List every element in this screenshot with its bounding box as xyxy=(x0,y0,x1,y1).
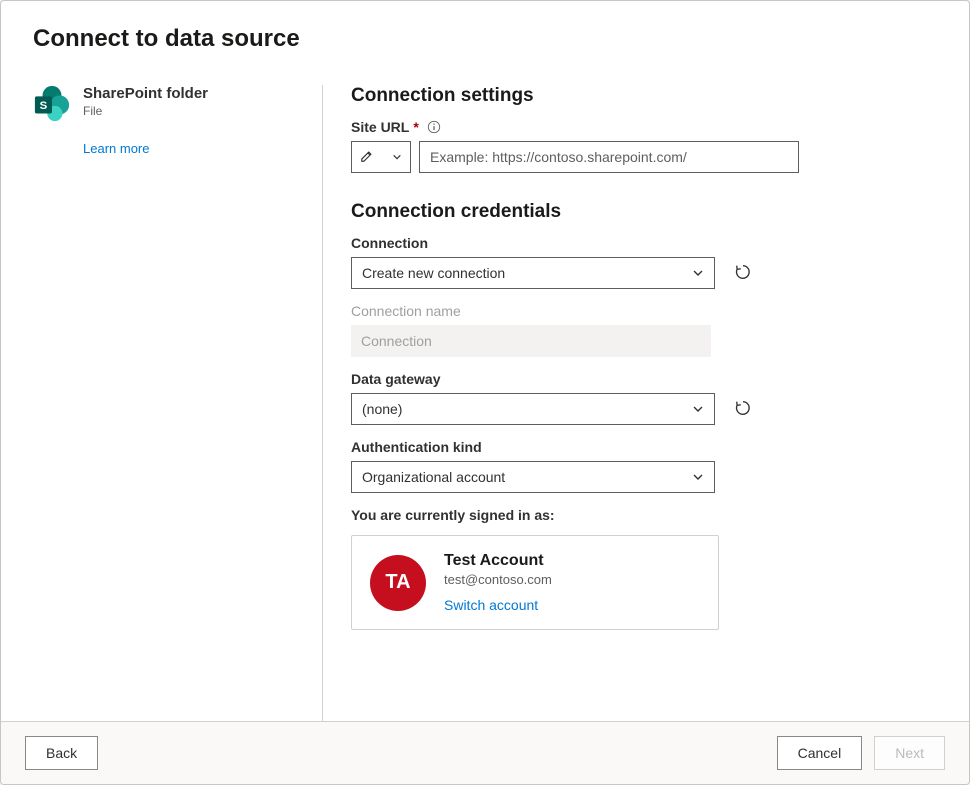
data-gateway-value: (none) xyxy=(362,401,402,417)
pencil-icon xyxy=(360,149,374,166)
data-gateway-select[interactable]: (none) xyxy=(351,393,715,425)
connection-name-value: Connection xyxy=(361,333,432,349)
refresh-gateway-button[interactable] xyxy=(731,397,755,421)
learn-more-link[interactable]: Learn more xyxy=(83,141,149,156)
chevron-down-icon xyxy=(692,267,704,279)
required-asterisk: * xyxy=(413,119,418,135)
back-button[interactable]: Back xyxy=(25,736,98,770)
settings-panel: Connection settings Site URL * xyxy=(323,85,937,721)
dialog-body: Connect to data source S xyxy=(1,1,969,721)
site-url-label: Site URL * xyxy=(351,119,937,135)
site-url-label-text: Site URL xyxy=(351,119,409,135)
auth-kind-select[interactable]: Organizational account xyxy=(351,461,715,493)
columns: S SharePoint folder File Learn more Conn… xyxy=(33,85,937,721)
signed-in-label: You are currently signed in as: xyxy=(351,507,937,523)
chevron-down-icon xyxy=(692,471,704,483)
dialog-footer: Back Cancel Next xyxy=(1,721,969,784)
auth-select-group: Organizational account xyxy=(351,461,937,493)
source-texts: SharePoint folder File xyxy=(83,85,208,118)
account-texts: Test Account test@contoso.com Switch acc… xyxy=(444,552,552,613)
switch-account-link[interactable]: Switch account xyxy=(444,597,552,613)
connection-select-group: Create new connection xyxy=(351,257,937,289)
info-icon[interactable] xyxy=(427,120,441,134)
connection-select-value: Create new connection xyxy=(362,265,505,281)
refresh-icon xyxy=(734,399,752,420)
site-url-input[interactable] xyxy=(419,141,799,173)
refresh-connection-button[interactable] xyxy=(731,261,755,285)
source-subtitle: File xyxy=(83,104,208,118)
account-card: TA Test Account test@contoso.com Switch … xyxy=(351,535,719,630)
connection-name-label: Connection name xyxy=(351,303,937,319)
account-name: Test Account xyxy=(444,552,552,570)
connection-select[interactable]: Create new connection xyxy=(351,257,715,289)
connect-data-source-dialog: Connect to data source S xyxy=(0,0,970,785)
auth-kind-value: Organizational account xyxy=(362,469,505,485)
source-row: S SharePoint folder File xyxy=(33,85,298,123)
sharepoint-icon: S xyxy=(33,85,71,123)
connection-label: Connection xyxy=(351,235,937,251)
chevron-down-icon xyxy=(392,152,402,162)
site-url-row xyxy=(351,141,799,173)
next-button[interactable]: Next xyxy=(874,736,945,770)
gateway-select-group: (none) xyxy=(351,393,937,425)
svg-text:S: S xyxy=(40,100,48,112)
connection-settings-heading: Connection settings xyxy=(351,85,937,107)
avatar: TA xyxy=(370,555,426,611)
refresh-icon xyxy=(734,263,752,284)
connection-name-input: Connection xyxy=(351,325,711,357)
chevron-down-icon xyxy=(692,403,704,415)
page-title: Connect to data source xyxy=(33,25,937,53)
cancel-button[interactable]: Cancel xyxy=(777,736,863,770)
data-gateway-label: Data gateway xyxy=(351,371,937,387)
source-panel: S SharePoint folder File Learn more xyxy=(33,85,323,721)
source-name: SharePoint folder xyxy=(83,85,208,102)
url-mode-dropdown[interactable] xyxy=(351,141,411,173)
account-email: test@contoso.com xyxy=(444,572,552,587)
connection-credentials-heading: Connection credentials xyxy=(351,201,937,223)
auth-kind-label: Authentication kind xyxy=(351,439,937,455)
